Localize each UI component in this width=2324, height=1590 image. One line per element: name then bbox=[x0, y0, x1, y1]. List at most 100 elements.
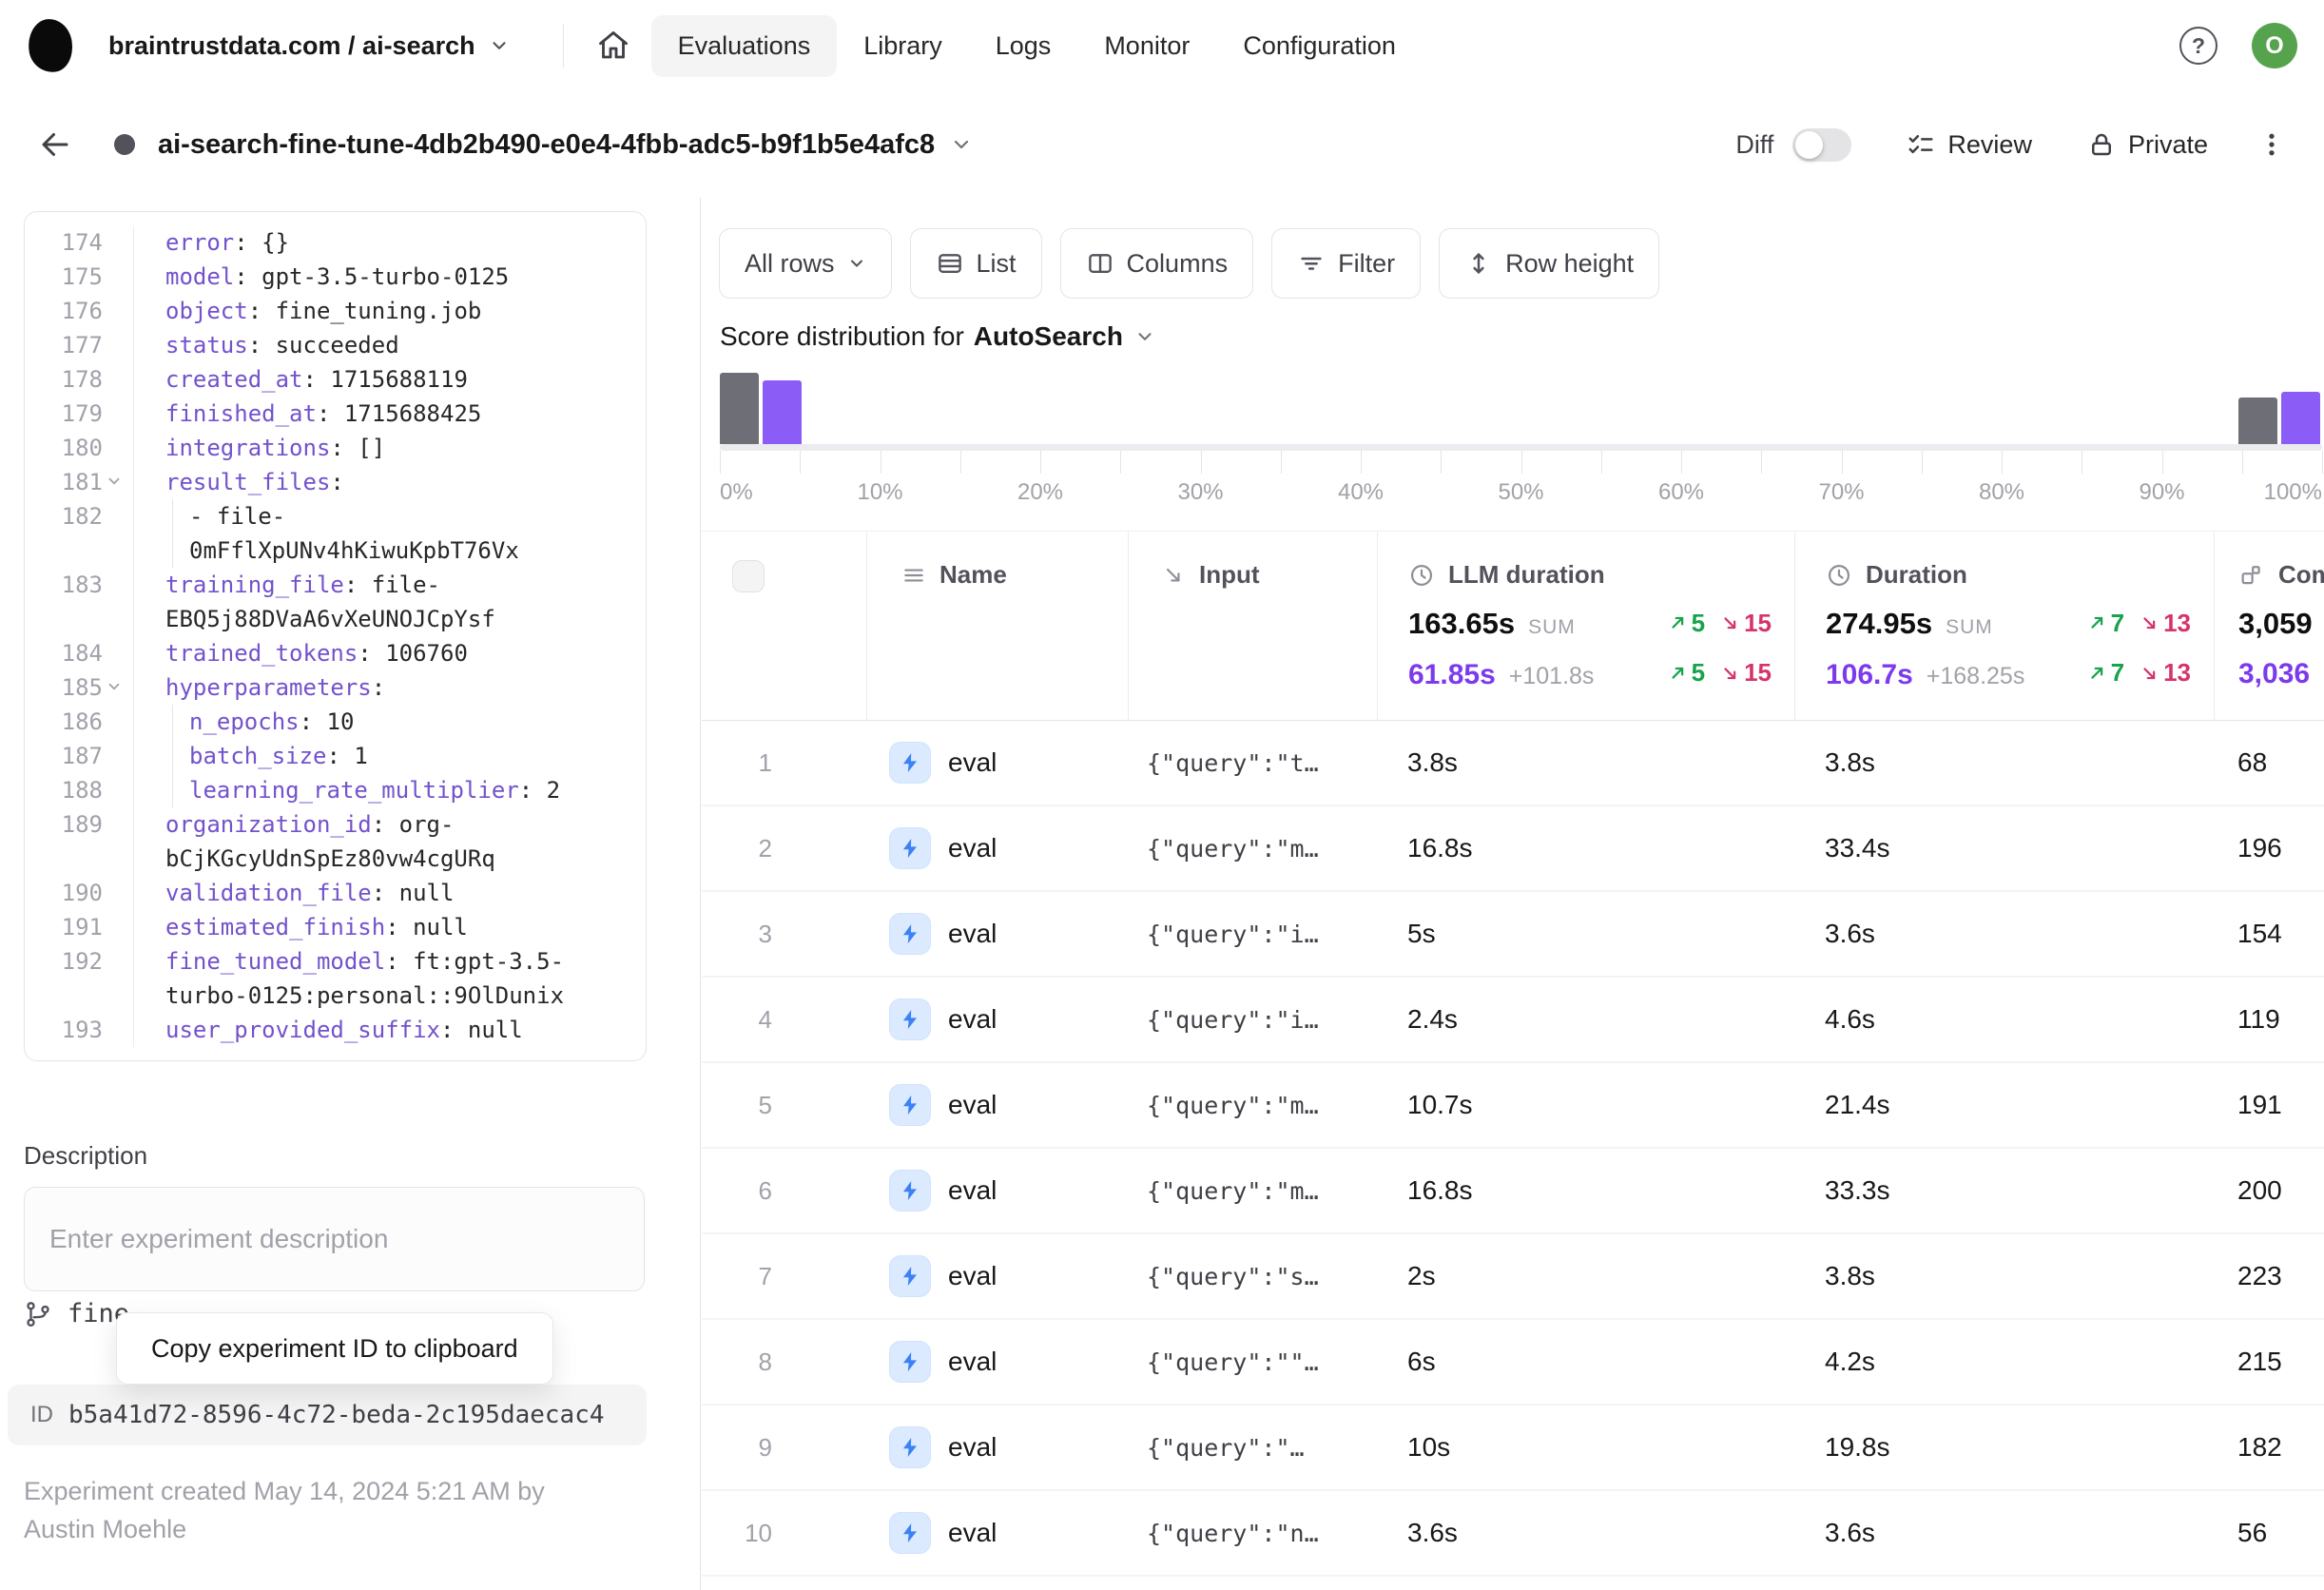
bolt-icon bbox=[889, 1255, 931, 1297]
duration-sum-tag: SUM bbox=[1946, 616, 1993, 638]
collapse-chevron-icon[interactable] bbox=[106, 678, 123, 695]
tab-configuration[interactable]: Configuration bbox=[1216, 15, 1423, 77]
row-height-button[interactable]: Row height bbox=[1439, 228, 1660, 299]
diff-toggle[interactable] bbox=[1792, 127, 1852, 162]
axis-label: 30% bbox=[1177, 479, 1224, 505]
private-button[interactable]: Private bbox=[2087, 130, 2208, 160]
duration-sum-value: 274.95s bbox=[1826, 607, 1933, 640]
filter-button[interactable]: Filter bbox=[1271, 228, 1422, 299]
row-number: 3 bbox=[758, 919, 772, 948]
row-llm-duration: 6s bbox=[1407, 1347, 1436, 1376]
code-text: user_provided_suffix: null bbox=[165, 1017, 523, 1043]
list-view-button[interactable]: List bbox=[909, 228, 1042, 299]
table-row[interactable]: 4 eval {"query":"i… 2.4s 4.6s 119 bbox=[702, 978, 2324, 1063]
score-distribution-selector[interactable]: Score distribution for AutoSearch bbox=[720, 321, 1155, 352]
arrow-down-right-icon bbox=[1161, 563, 1186, 588]
collapse-chevron-icon[interactable] bbox=[106, 473, 123, 490]
table-row[interactable]: 8 eval {"query":""… 6s 4.2s 215 bbox=[702, 1320, 2324, 1406]
line-number-gutter: 188 bbox=[25, 773, 134, 807]
table-header: Name Input LLM duration 163.65s SUM 5 15 bbox=[702, 531, 2324, 721]
code-text: training_file: file- EBQ5j88DVaA6vXeUNOJ… bbox=[165, 572, 495, 632]
home-icon[interactable] bbox=[596, 29, 630, 63]
table-row[interactable]: 7 eval {"query":"s… 2s 3.8s 223 bbox=[702, 1234, 2324, 1320]
avatar[interactable]: O bbox=[2252, 23, 2297, 68]
braintrust-logo[interactable] bbox=[25, 16, 76, 75]
row-llm-duration: 16.8s bbox=[1407, 1175, 1473, 1205]
completion-avg-value: 3,036 bbox=[2238, 658, 2311, 689]
table-row[interactable]: 1 eval {"query":"t… 3.8s 3.8s 68 bbox=[702, 721, 2324, 806]
lock-icon bbox=[2087, 130, 2116, 159]
table-row[interactable]: 5 eval {"query":"m… 10.7s 21.4s 191 bbox=[702, 1063, 2324, 1149]
column-header-completion[interactable]: Com 3,059 3,036 bbox=[2214, 532, 2324, 720]
row-input: {"query":"m… bbox=[1147, 1176, 1319, 1205]
all-rows-dropdown[interactable]: All rows bbox=[719, 228, 892, 299]
select-all-checkbox[interactable] bbox=[732, 560, 765, 592]
experiment-source-link[interactable]: fine bbox=[24, 1299, 129, 1328]
llm-sum-tag: SUM bbox=[1528, 616, 1576, 638]
row-completion: 200 bbox=[2237, 1175, 2282, 1205]
axis-label: 40% bbox=[1337, 479, 1385, 505]
line-number-gutter: 182 bbox=[25, 499, 134, 568]
experiment-title[interactable]: ai-search-fine-tune-4db2b490-e0e4-4fbb-a… bbox=[158, 129, 935, 161]
table-row[interactable]: 9 eval {"query":"… 10s 19.8s 182 bbox=[702, 1406, 2324, 1491]
row-llm-duration: 16.8s bbox=[1407, 833, 1473, 863]
code-text: finished_at: 1715688425 bbox=[165, 400, 482, 427]
histogram-bar bbox=[720, 373, 759, 444]
axis-tick bbox=[1681, 451, 1682, 474]
tab-evaluations[interactable]: Evaluations bbox=[650, 14, 838, 77]
axis-tick bbox=[1600, 451, 1602, 474]
code-text: hyperparameters: bbox=[165, 674, 386, 701]
line-number: 193 bbox=[61, 1017, 103, 1043]
back-arrow-icon[interactable] bbox=[38, 127, 72, 162]
tab-library[interactable]: Library bbox=[837, 15, 969, 77]
line-number: 185 bbox=[61, 674, 103, 701]
id-label: ID bbox=[30, 1402, 53, 1427]
git-branch-icon bbox=[24, 1300, 52, 1328]
table-row[interactable]: 3 eval {"query":"i… 5s 3.6s 154 bbox=[702, 892, 2324, 978]
chevron-down-icon bbox=[847, 254, 866, 273]
code-line: 193 user_provided_suffix: null bbox=[25, 1013, 646, 1047]
code-line: 187 batch_size: 1 bbox=[25, 739, 646, 773]
tab-logs[interactable]: Logs bbox=[969, 15, 1078, 77]
column-header-input[interactable]: Input bbox=[1128, 532, 1377, 720]
column-header-llm-duration[interactable]: LLM duration 163.65s SUM 5 15 61.85s +101.… bbox=[1377, 532, 1794, 720]
experiment-id-pill[interactable]: ID b5a41d72-8596-4c72-beda-2c195daecac4 bbox=[8, 1385, 647, 1445]
row-input: {"query":""… bbox=[1147, 1348, 1319, 1376]
row-input: {"query":"… bbox=[1147, 1433, 1305, 1462]
top-nav: braintrustdata.com / ai-search Evaluatio… bbox=[0, 0, 2324, 91]
row-name: eval bbox=[948, 1432, 997, 1462]
completion-header-label: Com bbox=[2278, 560, 2324, 589]
help-icon[interactable]: ? bbox=[2179, 27, 2217, 65]
row-llm-duration: 3.6s bbox=[1407, 1518, 1458, 1547]
row-input: {"query":"i… bbox=[1147, 920, 1319, 948]
column-header-name[interactable]: Name bbox=[866, 532, 1128, 720]
review-button[interactable]: Review bbox=[1907, 130, 2032, 160]
breadcrumb[interactable]: braintrustdata.com / ai-search bbox=[108, 31, 475, 61]
axis-tick bbox=[2241, 451, 2243, 474]
table-row[interactable]: 6 eval {"query":"m… 16.8s 33.3s 200 bbox=[702, 1149, 2324, 1234]
row-input: {"query":"n… bbox=[1147, 1519, 1319, 1547]
line-number: 186 bbox=[61, 708, 103, 735]
description-input[interactable] bbox=[24, 1187, 645, 1291]
code-text: integrations: [] bbox=[165, 435, 386, 461]
clock-icon bbox=[1826, 562, 1852, 589]
chevron-down-icon[interactable] bbox=[489, 35, 510, 56]
kebab-menu-icon[interactable] bbox=[2257, 130, 2286, 159]
line-number-gutter: 175 bbox=[25, 260, 134, 294]
tab-monitor[interactable]: Monitor bbox=[1077, 15, 1216, 77]
chevron-down-icon[interactable] bbox=[950, 133, 973, 156]
llm-sum-regressions: 15 bbox=[1720, 609, 1772, 638]
line-number-gutter: 185 bbox=[25, 670, 134, 705]
columns-button[interactable]: Columns bbox=[1059, 228, 1254, 299]
metadata-code-viewer[interactable]: 174 error: {} 175 model: gpt-3.5-turbo-0… bbox=[24, 211, 647, 1061]
table-row[interactable]: 10 eval {"query":"n… 3.6s 3.6s 56 bbox=[702, 1491, 2324, 1577]
table-row[interactable]: 2 eval {"query":"m… 16.8s 33.4s 196 bbox=[702, 806, 2324, 892]
experiment-created-note: Experiment created May 14, 2024 5:21 AM … bbox=[24, 1477, 545, 1543]
row-number: 1 bbox=[758, 747, 772, 777]
line-number: 177 bbox=[61, 332, 103, 359]
line-number-gutter: 178 bbox=[25, 362, 134, 397]
line-number-gutter: 179 bbox=[25, 397, 134, 431]
column-header-duration[interactable]: Duration 274.95s SUM 7 13 106.7s +168.25s … bbox=[1794, 532, 2214, 720]
axis-label: 20% bbox=[1017, 479, 1064, 505]
axis-label: 90% bbox=[2139, 479, 2185, 505]
